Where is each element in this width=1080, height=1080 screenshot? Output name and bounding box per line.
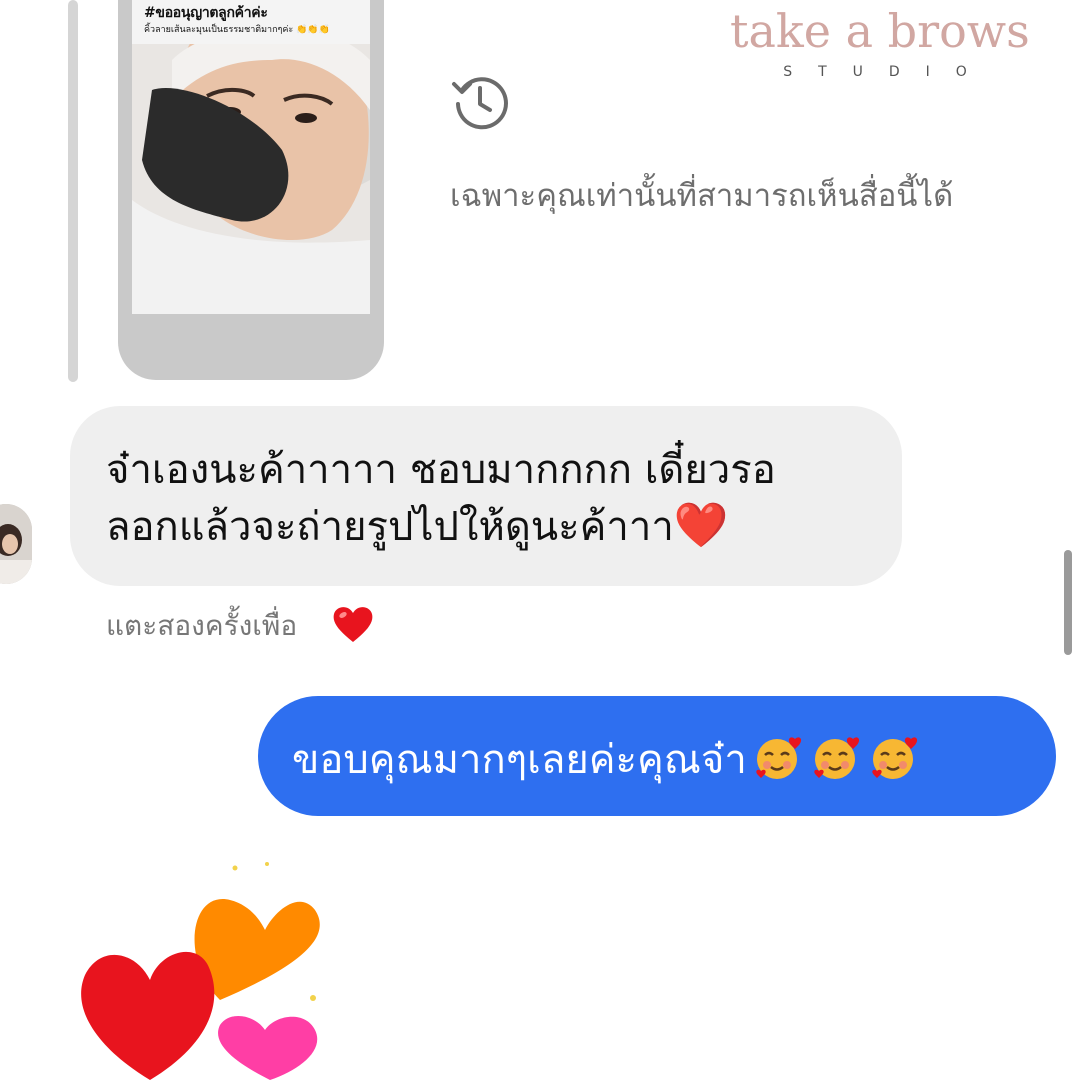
only-you-notice: เฉพาะคุณเท่านั้นที่สามารถเห็นสื่อนี้ได้ — [450, 178, 954, 214]
outgoing-message-text: ขอบคุณมากๆเลยค่ะคุณจ๋า — [292, 731, 921, 786]
story-caption-title: #ขออนุญาตลูกค้าค่ะ — [144, 5, 268, 21]
avatar-image — [0, 504, 32, 584]
smiling-face-with-hearts-icon — [872, 737, 917, 779]
incoming-message-text: จ๋าเองนะค้าาาาา ชอบมากกกก เดี๋ยวรอ ลอกแล… — [106, 442, 886, 555]
reply-indicator-line — [68, 0, 78, 382]
heart-icon: ❤️ — [673, 500, 729, 551]
story-photo[interactable]: #ขออนุญาตลูกค้าค่ะ คิ้วลายเส้นละมุนเป็นธ… — [132, 0, 370, 314]
scrollbar[interactable] — [1064, 550, 1072, 655]
outgoing-message-bubble[interactable]: ขอบคุณมากๆเลยค่ะคุณจ๋า — [258, 696, 1056, 816]
double-tap-hint: แตะสองครั้งเพื่อ — [106, 609, 298, 642]
heart-icon[interactable] — [332, 604, 374, 644]
avatar[interactable] — [0, 504, 32, 584]
incoming-message-line1: จ๋าเองนะค้าาาาา ชอบมากกกก เดี๋ยวรอ — [106, 447, 776, 493]
brand-sub: STUDIO — [783, 64, 993, 80]
history-icon — [452, 77, 508, 130]
incoming-message-line2: ลอกแล้วจะถ่ายรูปไปให้ดูนะค้าาา — [106, 504, 674, 550]
hearts-sticker[interactable] — [60, 850, 360, 1080]
outgoing-message-label: ขอบคุณมากๆเลยค่ะคุณจ๋า — [292, 737, 747, 783]
story-caption: #ขออนุญาตลูกค้าค่ะ คิ้วลายเส้นละมุนเป็นธ… — [132, 0, 370, 44]
smiling-face-with-hearts-icon — [756, 737, 801, 779]
smiling-face-with-hearts-icon — [814, 737, 859, 779]
brand-name: take a brows — [730, 4, 1030, 58]
story-reply-card[interactable]: #ขออนุญาตลูกค้าค่ะ คิ้วลายเส้นละมุนเป็นธ… — [118, 0, 384, 380]
story-face-image — [132, 0, 370, 314]
incoming-message-bubble[interactable]: จ๋าเองนะค้าาาาา ชอบมากกกก เดี๋ยวรอ ลอกแล… — [70, 406, 902, 586]
story-caption-sub: คิ้วลายเส้นละมุนเป็นธรรมชาติมากๆค่ะ 👏👏👏 — [144, 25, 330, 35]
brand-watermark: take a brows STUDIO — [730, 0, 1030, 80]
